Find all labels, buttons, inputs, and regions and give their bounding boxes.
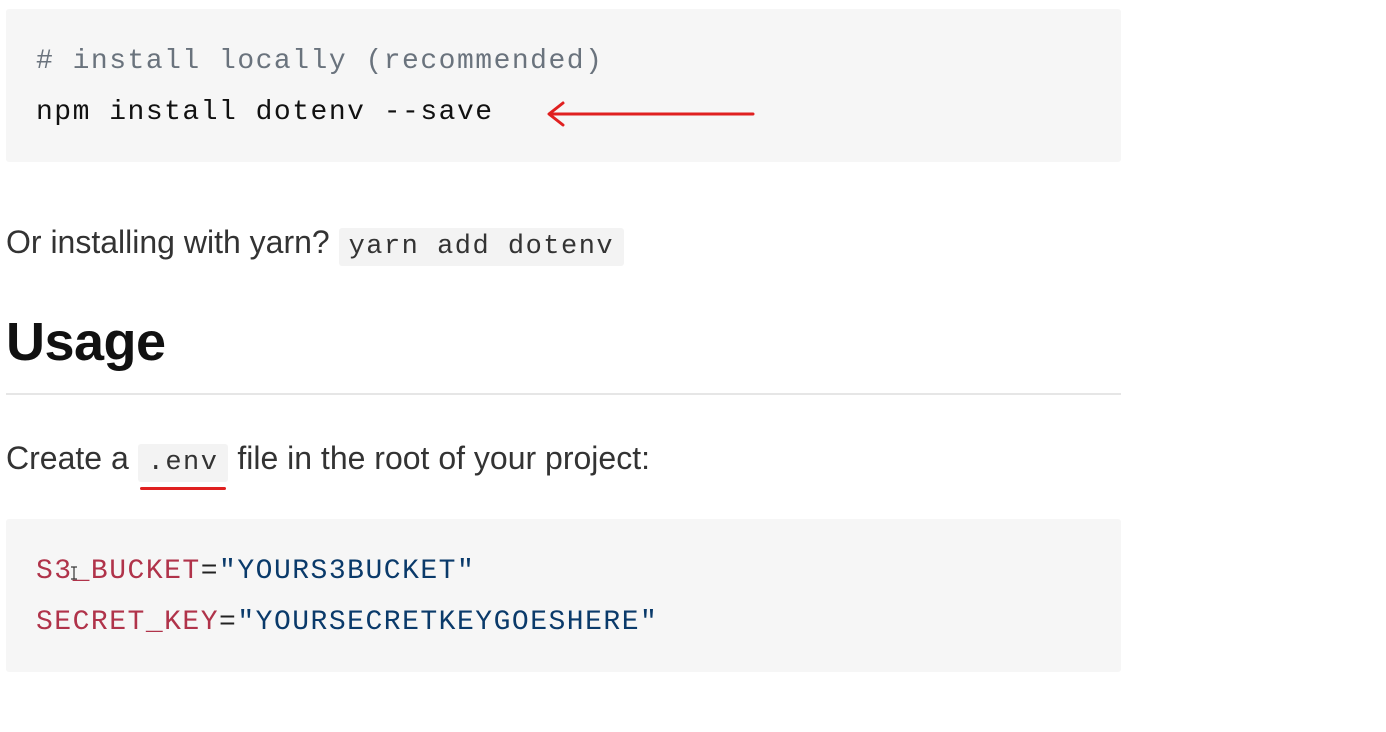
env-value: "YOURS3BUCKET" (219, 556, 476, 587)
env-equals: = (219, 607, 238, 638)
yarn-inline-code: yarn add dotenv (338, 228, 625, 266)
arrow-left-icon (547, 101, 755, 127)
env-key: SECRET_KEY (36, 607, 220, 638)
usage-heading: Usage (6, 309, 1121, 395)
env-inline-code: .env (137, 444, 229, 490)
yarn-paragraph: Or installing with yarn? yarn add dotenv (6, 222, 625, 267)
create-env-paragraph: Create a .env file in the root of your p… (6, 438, 650, 490)
create-env-text-before: Create a (6, 440, 129, 476)
env-inline-code-text: .env (147, 448, 219, 478)
text-cursor-icon (71, 566, 77, 580)
yarn-paragraph-text: Or installing with yarn? (6, 224, 330, 260)
install-code-block[interactable]: # install locally (recommended) npm inst… (6, 9, 1121, 162)
env-equals: = (200, 556, 220, 587)
install-comment: # install locally (recommended) (36, 46, 604, 77)
env-value: "YOURSECRETKEYGOESHERE" (237, 607, 659, 638)
env-key: S3_BUCKET (36, 556, 201, 587)
env-line: S3_BUCKET="YOURS3BUCKET" (36, 551, 1121, 602)
env-line: SECRET_KEY="YOURSECRETKEYGOESHERE" (36, 602, 1121, 653)
create-env-text-after: file in the root of your project: (237, 440, 650, 476)
red-underline-annotation (139, 487, 227, 490)
env-code-block[interactable]: S3_BUCKET="YOURS3BUCKET" SECRET_KEY="YOU… (6, 519, 1121, 672)
markdown-content: # install locally (recommended) npm inst… (6, 9, 1121, 672)
